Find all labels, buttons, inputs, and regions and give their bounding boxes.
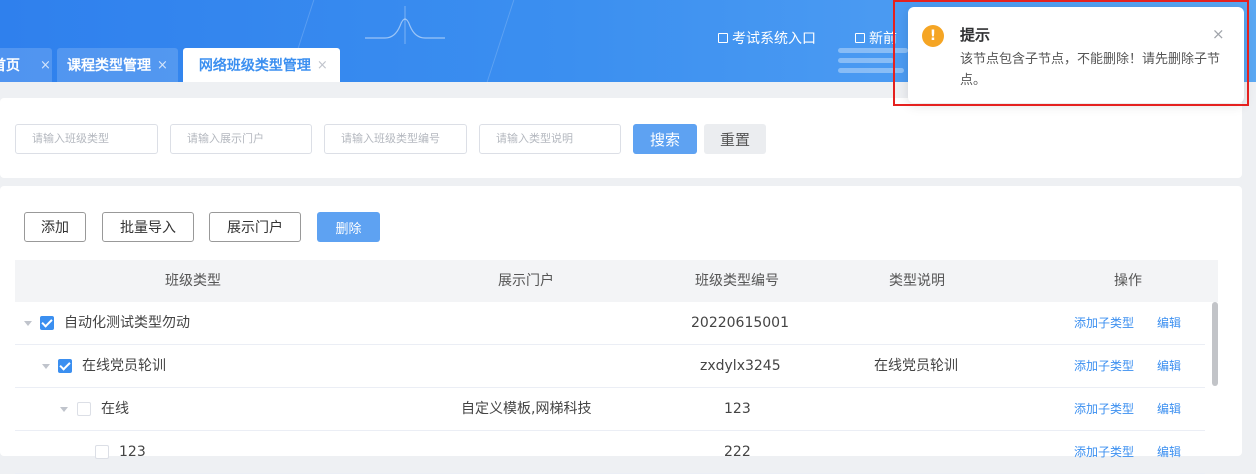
column-header: 操作	[1114, 273, 1142, 289]
class-type-cell: 在线党员轮训	[82, 358, 166, 374]
table-header: 班级类型 展示门户 班级类型编号 类型说明 操作	[15, 260, 1218, 302]
delete-button[interactable]: 删除	[317, 212, 380, 242]
close-icon[interactable]: ×	[40, 58, 51, 73]
row-checkbox[interactable]	[95, 445, 109, 459]
tab-network-class-type[interactable]: 网络班级类型管理 ×	[182, 48, 340, 82]
row-checkbox[interactable]	[40, 316, 54, 330]
portal-button[interactable]: 展示门户	[209, 212, 301, 242]
class-type-input[interactable]: 请输入班级类型	[15, 124, 158, 154]
tab-bar: 首页 × 课程类型管理 × 网络班级类型管理 ×	[0, 48, 340, 82]
table-row[interactable]: 自动化测试类型勿动 20220615001 添加子类型 编辑	[15, 302, 1205, 345]
add-child-type-link[interactable]: 添加子类型	[1074, 388, 1134, 430]
reset-button[interactable]: 重置	[704, 124, 766, 154]
class-type-cell: 在线	[101, 401, 129, 417]
edit-icon	[718, 33, 728, 43]
add-child-type-link[interactable]: 添加子类型	[1074, 302, 1134, 344]
expand-arrow-icon[interactable]	[24, 321, 32, 326]
class-type-code-input[interactable]: 请输入班级类型编号	[324, 124, 467, 154]
header-decoration	[486, 0, 515, 82]
row-checkbox[interactable]	[58, 359, 72, 373]
tab-label: 网络班级类型管理	[198, 58, 311, 74]
tab-home[interactable]: 首页 ×	[0, 48, 52, 82]
code-cell: 20220615001	[691, 315, 789, 331]
expand-arrow-icon[interactable]	[60, 407, 68, 412]
portal-input[interactable]: 请输入展示门户	[170, 124, 312, 154]
code-cell: 222	[724, 444, 751, 460]
edit-link[interactable]: 编辑	[1157, 431, 1181, 473]
class-type-cell: 自动化测试类型勿动	[64, 315, 190, 331]
column-header: 类型说明	[889, 273, 945, 289]
share-icon	[855, 33, 865, 43]
row-checkbox[interactable]	[77, 402, 91, 416]
tab-course-type[interactable]: 课程类型管理 ×	[57, 48, 178, 82]
wave-decoration-icon	[365, 6, 445, 44]
new-link[interactable]: 新前	[855, 28, 897, 48]
tab-label: 课程类型管理	[67, 58, 151, 74]
tab-label: 首页	[0, 58, 20, 74]
edit-link[interactable]: 编辑	[1157, 345, 1181, 387]
batch-import-button[interactable]: 批量导入	[102, 212, 194, 242]
edit-link[interactable]: 编辑	[1157, 388, 1181, 430]
close-icon[interactable]: ×	[317, 58, 328, 73]
column-header: 班级类型	[165, 273, 221, 289]
edit-link[interactable]: 编辑	[1157, 302, 1181, 344]
column-header: 班级类型编号	[695, 273, 779, 289]
portal-cell: 自定义模板,网梯科技	[461, 401, 592, 417]
column-header: 展示门户	[498, 273, 554, 289]
code-cell: zxdylx3245	[700, 358, 781, 374]
table-row[interactable]: 在线 自定义模板,网梯科技 123 添加子类型 编辑	[15, 388, 1205, 431]
desc-cell: 在线党员轮训	[874, 358, 958, 374]
search-panel: 请输入班级类型 请输入展示门户 请输入班级类型编号 请输入类型说明 搜索 重置	[0, 98, 1242, 178]
highlight-frame	[893, 0, 1249, 106]
search-button[interactable]: 搜索	[633, 124, 697, 154]
table-row[interactable]: 123 222 添加子类型 编辑	[15, 431, 1205, 474]
expand-arrow-icon[interactable]	[42, 364, 50, 369]
add-button[interactable]: 添加	[24, 212, 86, 242]
type-desc-input[interactable]: 请输入类型说明	[479, 124, 621, 154]
code-cell: 123	[724, 401, 751, 417]
add-child-type-link[interactable]: 添加子类型	[1074, 431, 1134, 473]
exam-system-label: 考试系统入口	[732, 31, 816, 47]
exam-system-link[interactable]: 考试系统入口	[718, 28, 816, 48]
add-child-type-link[interactable]: 添加子类型	[1074, 345, 1134, 387]
class-type-cell: 123	[119, 444, 146, 460]
table-scrollbar[interactable]	[1212, 302, 1218, 386]
table-row[interactable]: 在线党员轮训 zxdylx3245 在线党员轮训 添加子类型 编辑	[15, 345, 1205, 388]
close-icon[interactable]: ×	[157, 58, 168, 73]
